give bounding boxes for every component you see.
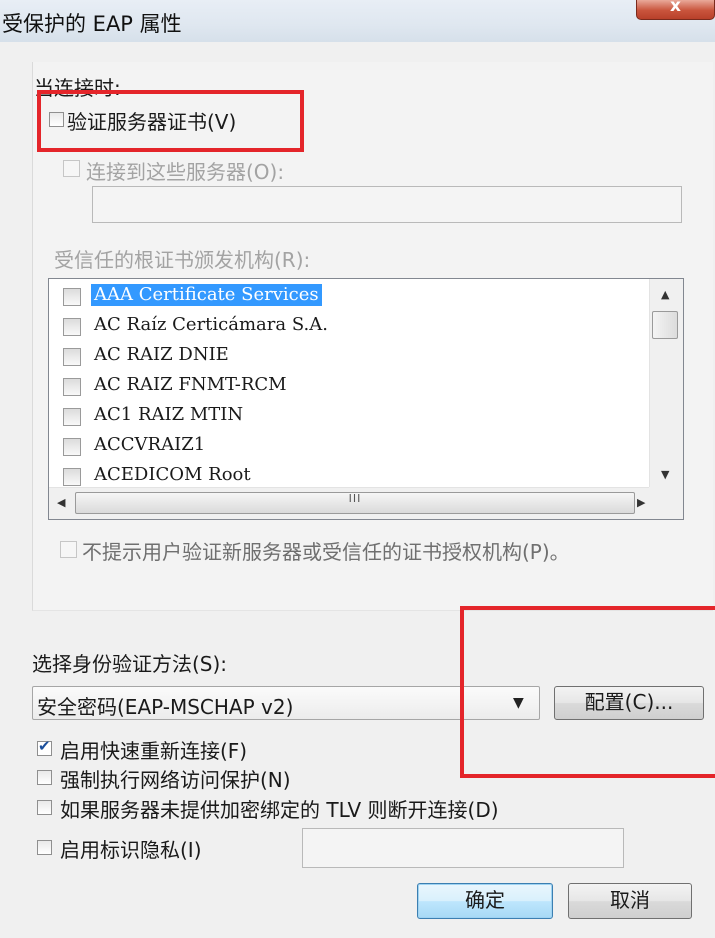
- cert-checkbox[interactable]: [63, 378, 81, 396]
- connect-to-servers-label: 连接到这些服务器(O):: [86, 160, 285, 184]
- scroll-right-icon[interactable]: ▶: [637, 497, 645, 509]
- window-title: 受保护的 EAP 属性: [2, 12, 182, 36]
- horizontal-scroll-thumb[interactable]: III: [75, 492, 635, 514]
- cert-checkbox[interactable]: [63, 318, 81, 336]
- auth-method-value: 安全密码(EAP-MSCHAP v2): [37, 695, 294, 719]
- vertical-scroll-thumb[interactable]: [652, 311, 678, 339]
- cert-name: ACEDICOM Root: [94, 464, 251, 485]
- list-item[interactable]: ACCVRAIZ1: [49, 431, 639, 461]
- servers-input[interactable]: [92, 186, 682, 223]
- cert-name: ACCVRAIZ1: [94, 434, 206, 455]
- cert-name: AC Raíz Certicámara S.A.: [94, 314, 328, 335]
- connect-to-servers-checkbox[interactable]: [63, 160, 80, 177]
- no-prompt-label: 不提示用户验证新服务器或受信任的证书授权机构(P)。: [82, 540, 570, 564]
- cancel-button[interactable]: 取消: [568, 883, 692, 919]
- enforce-nap-checkbox[interactable]: [37, 770, 52, 785]
- horizontal-scrollbar[interactable]: ◀ III ▶: [49, 487, 649, 519]
- trusted-ca-label: 受信任的根证书颁发机构(R):: [54, 248, 311, 272]
- no-prompt-checkbox[interactable]: [60, 541, 77, 558]
- cert-checkbox[interactable]: [63, 348, 81, 366]
- title-bar: 受保护的 EAP 属性 x: [0, 0, 715, 42]
- close-button[interactable]: x: [636, 0, 715, 20]
- fast-reconnect-checkbox[interactable]: [37, 737, 52, 756]
- auth-method-label: 选择身份验证方法(S):: [32, 652, 228, 676]
- cert-checkbox[interactable]: [63, 468, 81, 486]
- identity-privacy-checkbox[interactable]: [37, 840, 52, 855]
- list-item[interactable]: AC1 RAIZ MTIN: [49, 401, 639, 431]
- scroll-down-icon[interactable]: ▼: [661, 469, 669, 481]
- cert-checkbox[interactable]: [63, 408, 81, 426]
- trusted-ca-list[interactable]: AAA Certificate Services AC Raíz Certicá…: [48, 278, 684, 520]
- scroll-corner: [649, 487, 683, 519]
- identity-privacy-label[interactable]: 启用标识隐私(I): [60, 834, 202, 863]
- grip-icon: III: [348, 492, 362, 505]
- cert-checkbox[interactable]: [63, 288, 81, 306]
- cert-name: AC RAIZ FNMT-RCM: [94, 374, 287, 395]
- list-item[interactable]: AC RAIZ DNIE: [49, 341, 639, 371]
- list-item[interactable]: AC Raíz Certicámara S.A.: [49, 311, 639, 341]
- cert-name: AC1 RAIZ MTIN: [94, 404, 244, 425]
- list-item[interactable]: AAA Certificate Services: [49, 281, 639, 311]
- vertical-scrollbar[interactable]: ▲ ▼: [649, 279, 683, 487]
- scroll-left-icon[interactable]: ◀: [57, 497, 65, 509]
- cert-checkbox[interactable]: [63, 438, 81, 456]
- disconnect-no-tlv-label[interactable]: 如果服务器未提供加密绑定的 TLV 则断开连接(D): [60, 794, 499, 823]
- scroll-up-icon[interactable]: ▲: [661, 289, 669, 301]
- identity-privacy-input[interactable]: [302, 828, 624, 868]
- list-item[interactable]: AC RAIZ FNMT-RCM: [49, 371, 639, 401]
- ok-button[interactable]: 确定: [417, 883, 553, 919]
- cert-name: AC RAIZ DNIE: [94, 344, 229, 365]
- close-icon: x: [670, 0, 681, 16]
- fast-reconnect-label[interactable]: 启用快速重新连接(F): [60, 735, 247, 764]
- disconnect-no-tlv-checkbox[interactable]: [37, 800, 52, 815]
- annotation-box-verify: [37, 90, 304, 152]
- enforce-nap-label[interactable]: 强制执行网络访问保护(N): [60, 764, 291, 793]
- cert-name: AAA Certificate Services: [91, 284, 322, 306]
- annotation-box-configure: [460, 606, 715, 778]
